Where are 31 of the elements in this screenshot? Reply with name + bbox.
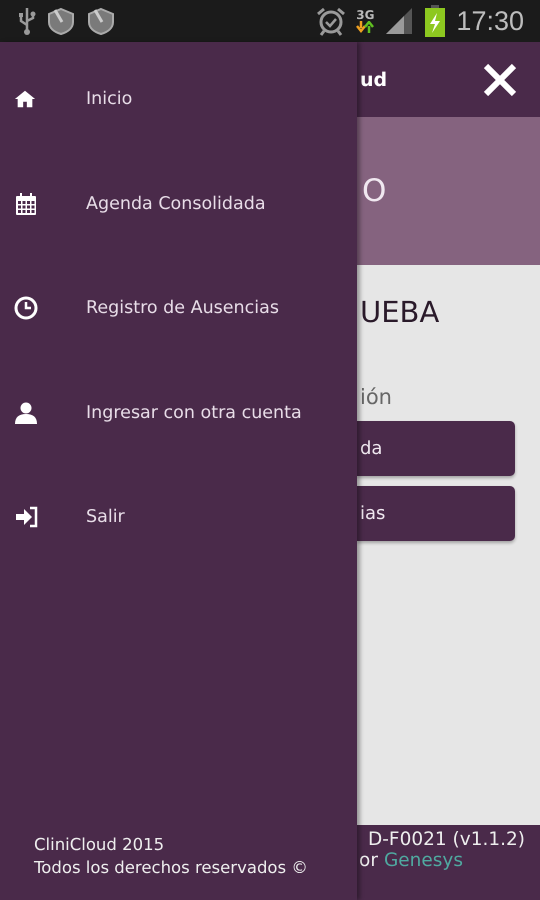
usb-icon (18, 7, 36, 35)
version-text: D-F0021 (v1.1.2) (368, 829, 525, 850)
header-title: ud (360, 68, 388, 90)
clock-icon (14, 296, 38, 320)
clock-time: 17:30 (456, 6, 524, 36)
footer-text: Todos los derechos reservados © (34, 858, 309, 877)
page-heading: UEBA (360, 295, 440, 329)
shield-icon (46, 6, 76, 36)
alarm-icon (316, 6, 346, 36)
genesys-link[interactable]: Genesys (384, 850, 463, 871)
menu-item[interactable]: Agenda Consolidada (0, 152, 357, 256)
menu-button[interactable]: da (357, 421, 515, 476)
user-icon (14, 400, 38, 425)
battery-icon (424, 5, 446, 37)
menu-button[interactable]: ias (357, 486, 515, 541)
section-label: ión (360, 385, 393, 409)
shield-icon (86, 6, 116, 36)
menu-item[interactable]: Salir (0, 465, 357, 570)
network-label: 3G (356, 9, 374, 21)
calendar-icon (14, 190, 38, 217)
sign-in-icon (14, 505, 40, 530)
home-icon (14, 88, 36, 110)
data-arrows-icon (356, 21, 374, 33)
menu-item[interactable]: Inicio (0, 47, 357, 152)
credit-text: or (359, 850, 378, 871)
signal-icon (384, 7, 414, 35)
menu-item[interactable]: Ingresar con otra cuenta (0, 360, 357, 465)
footer-text: CliniCloud 2015 (34, 835, 166, 854)
menu-item[interactable]: Registro de Ausencias (0, 256, 357, 360)
close-icon[interactable] (482, 62, 518, 98)
banner-text: O (362, 173, 386, 209)
